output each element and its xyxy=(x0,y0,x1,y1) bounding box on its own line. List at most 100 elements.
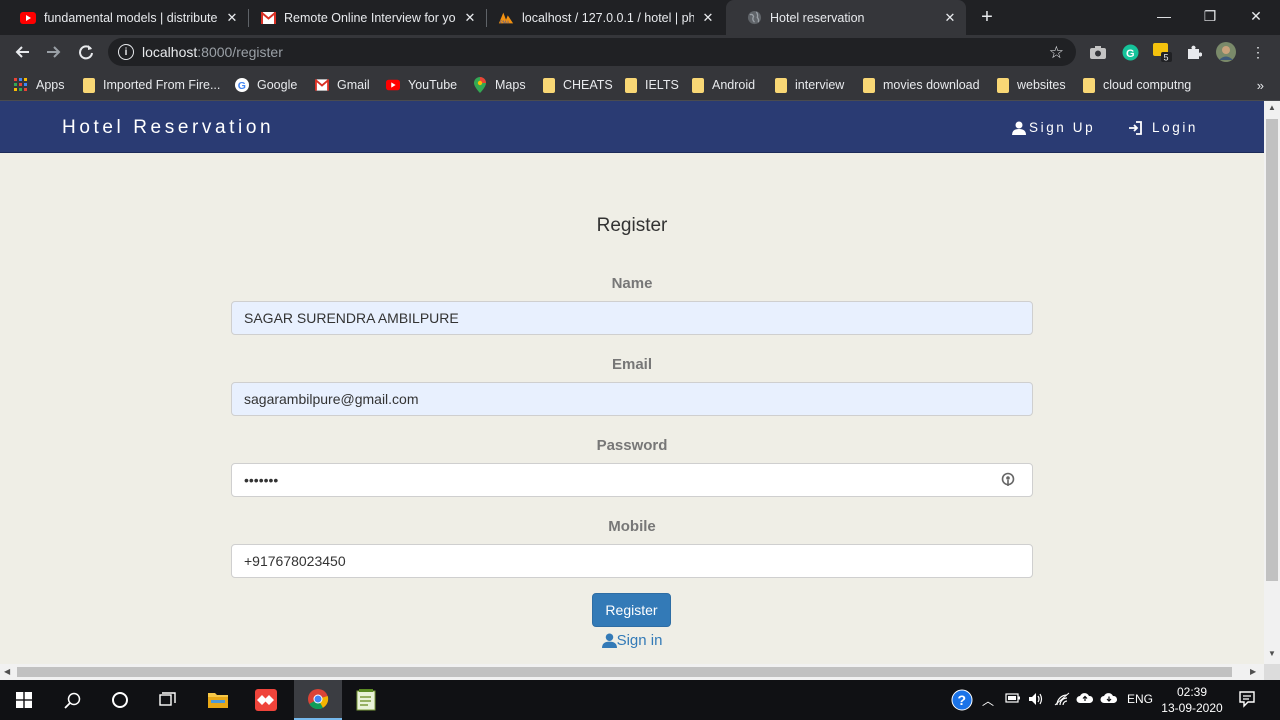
address-bar[interactable]: i localhost:8000/register ☆ xyxy=(108,38,1076,66)
task-view-button[interactable] xyxy=(144,680,192,720)
battery-icon[interactable] xyxy=(1005,692,1021,707)
network-icon[interactable] xyxy=(1054,692,1070,709)
tab-title: Hotel reservation xyxy=(770,10,865,25)
name-field[interactable] xyxy=(231,301,1033,335)
mobile-field[interactable] xyxy=(231,544,1033,578)
bookmark-ielts[interactable]: IELTS xyxy=(625,76,679,94)
bookmark-websites[interactable]: websites xyxy=(997,76,1066,94)
tab-hotel-reservation[interactable]: Hotel reservation ✕ xyxy=(726,0,966,35)
scroll-right-icon[interactable]: ▶ xyxy=(1250,667,1256,676)
vertical-scrollbar[interactable]: ▲ ▼ xyxy=(1264,101,1280,664)
notifications-icon[interactable] xyxy=(1238,690,1256,711)
scroll-left-icon[interactable]: ◀ xyxy=(4,667,10,676)
login-link[interactable]: Login xyxy=(1128,120,1198,135)
notes-extension-icon[interactable]: 5 xyxy=(1152,42,1172,62)
password-label: Password xyxy=(596,437,668,454)
help-icon[interactable]: ? xyxy=(951,689,973,714)
chrome-taskbar-button[interactable] xyxy=(294,680,342,720)
back-button[interactable] xyxy=(10,40,34,64)
bookmark-google[interactable]: G Google xyxy=(235,76,297,94)
start-button[interactable] xyxy=(0,680,48,720)
close-tab-icon[interactable]: ✕ xyxy=(942,10,958,26)
brand-logo-text[interactable]: Hotel Reservation xyxy=(62,117,274,139)
signup-label: Sign Up xyxy=(1029,120,1096,135)
bookmark-movies-download[interactable]: movies download xyxy=(863,76,980,94)
tab-gmail[interactable]: Remote Online Interview for your ✕ xyxy=(240,0,486,35)
extensions-puzzle-icon[interactable] xyxy=(1184,42,1204,62)
svg-text:G: G xyxy=(1126,48,1135,60)
folder-icon xyxy=(208,693,228,708)
minimize-icon[interactable]: — xyxy=(1141,0,1187,32)
language-indicator[interactable]: ENG xyxy=(1127,692,1153,706)
bookmark-android[interactable]: Android xyxy=(692,76,755,94)
bookmark-interview[interactable]: interview xyxy=(775,76,844,94)
cloud-sync-icon[interactable] xyxy=(1100,692,1118,707)
bookmark-youtube[interactable]: YouTube xyxy=(386,76,457,94)
notepad-plus-button[interactable] xyxy=(342,680,390,720)
horizontal-scroll-thumb[interactable] xyxy=(17,667,1232,677)
maps-pin-icon xyxy=(474,77,486,93)
grammarly-icon[interactable]: G xyxy=(1120,42,1140,62)
signin-link[interactable]: Sign in xyxy=(0,632,1264,652)
scroll-up-icon[interactable]: ▲ xyxy=(1268,103,1276,112)
camera-extension-icon[interactable] xyxy=(1088,42,1108,62)
bookmark-imported-from-firefox[interactable]: Imported From Fire... xyxy=(83,76,220,94)
login-label: Login xyxy=(1152,120,1199,135)
chrome-icon xyxy=(308,689,329,710)
windows-taskbar: ? ︿ ENG 02:39 13-09-2020 xyxy=(0,680,1280,720)
search-button[interactable] xyxy=(48,680,96,720)
name-label: Name xyxy=(611,275,653,292)
close-tab-icon[interactable]: ✕ xyxy=(700,10,716,26)
anydesk-button[interactable] xyxy=(242,680,290,720)
bookmark-label: interview xyxy=(795,78,845,92)
tab-title: localhost / 127.0.0.1 / hotel | php xyxy=(522,10,694,25)
close-tab-icon[interactable]: ✕ xyxy=(462,10,478,26)
close-window-icon[interactable]: ✕ xyxy=(1233,0,1279,32)
tab-phpmyadmin[interactable]: PMA localhost / 127.0.0.1 / hotel | php … xyxy=(478,0,724,35)
bookmark-label: Apps xyxy=(36,78,65,92)
bookmark-label: YouTube xyxy=(408,78,458,92)
vertical-scroll-thumb[interactable] xyxy=(1266,119,1278,581)
volume-icon[interactable] xyxy=(1028,692,1044,709)
onedrive-icon[interactable] xyxy=(1076,692,1094,707)
horizontal-scrollbar[interactable]: ◀ ▶ xyxy=(0,664,1264,680)
password-field[interactable] xyxy=(231,463,1033,497)
folder-icon xyxy=(863,77,875,93)
profile-avatar[interactable] xyxy=(1216,42,1236,62)
show-hidden-icons-icon[interactable]: ︿ xyxy=(982,692,994,709)
new-tab-button[interactable]: + xyxy=(977,7,997,27)
file-explorer-button[interactable] xyxy=(194,680,242,720)
bookmark-maps[interactable]: Maps xyxy=(473,76,526,94)
folder-icon xyxy=(997,77,1009,93)
site-info-icon[interactable]: i xyxy=(118,44,134,60)
bookmark-cloud-computng[interactable]: cloud computng xyxy=(1083,76,1191,94)
bookmark-gmail[interactable]: Gmail xyxy=(315,76,370,94)
form-heading: Register xyxy=(596,215,668,236)
bookmark-star-icon[interactable]: ☆ xyxy=(1049,43,1064,63)
bookmarks-overflow-icon[interactable]: » xyxy=(1257,78,1264,93)
bookmarks-bar: Apps Imported From Fire... G Google Gmai… xyxy=(0,69,1280,101)
phpmyadmin-icon: PMA xyxy=(498,10,514,26)
cortana-icon xyxy=(112,692,128,708)
reload-button[interactable] xyxy=(74,40,98,64)
tab-title: fundamental models | distributed xyxy=(44,10,218,25)
scroll-down-icon[interactable]: ▼ xyxy=(1268,649,1276,658)
forward-button[interactable] xyxy=(42,40,66,64)
signup-link[interactable]: Sign Up xyxy=(1012,120,1095,135)
email-field[interactable] xyxy=(231,382,1033,416)
close-tab-icon[interactable]: ✕ xyxy=(224,10,240,26)
browser-menu-icon[interactable]: ⋮ xyxy=(1248,42,1268,62)
register-button[interactable]: Register xyxy=(592,593,671,627)
clock-time: 02:39 xyxy=(1176,685,1208,699)
system-clock[interactable]: 02:39 13-09-2020 xyxy=(1160,684,1224,716)
restore-icon[interactable]: ❐ xyxy=(1187,0,1233,32)
bookmark-apps[interactable]: Apps xyxy=(14,76,65,94)
password-key-icon[interactable] xyxy=(1000,472,1016,488)
forward-arrow-icon xyxy=(47,46,61,58)
bookmark-cheats[interactable]: CHEATS xyxy=(543,76,613,94)
gmail-icon xyxy=(260,10,276,26)
cortana-button[interactable] xyxy=(96,680,144,720)
tab-youtube[interactable]: fundamental models | distributed ✕ xyxy=(0,0,248,35)
back-arrow-icon xyxy=(15,46,29,58)
folder-icon xyxy=(83,77,95,93)
